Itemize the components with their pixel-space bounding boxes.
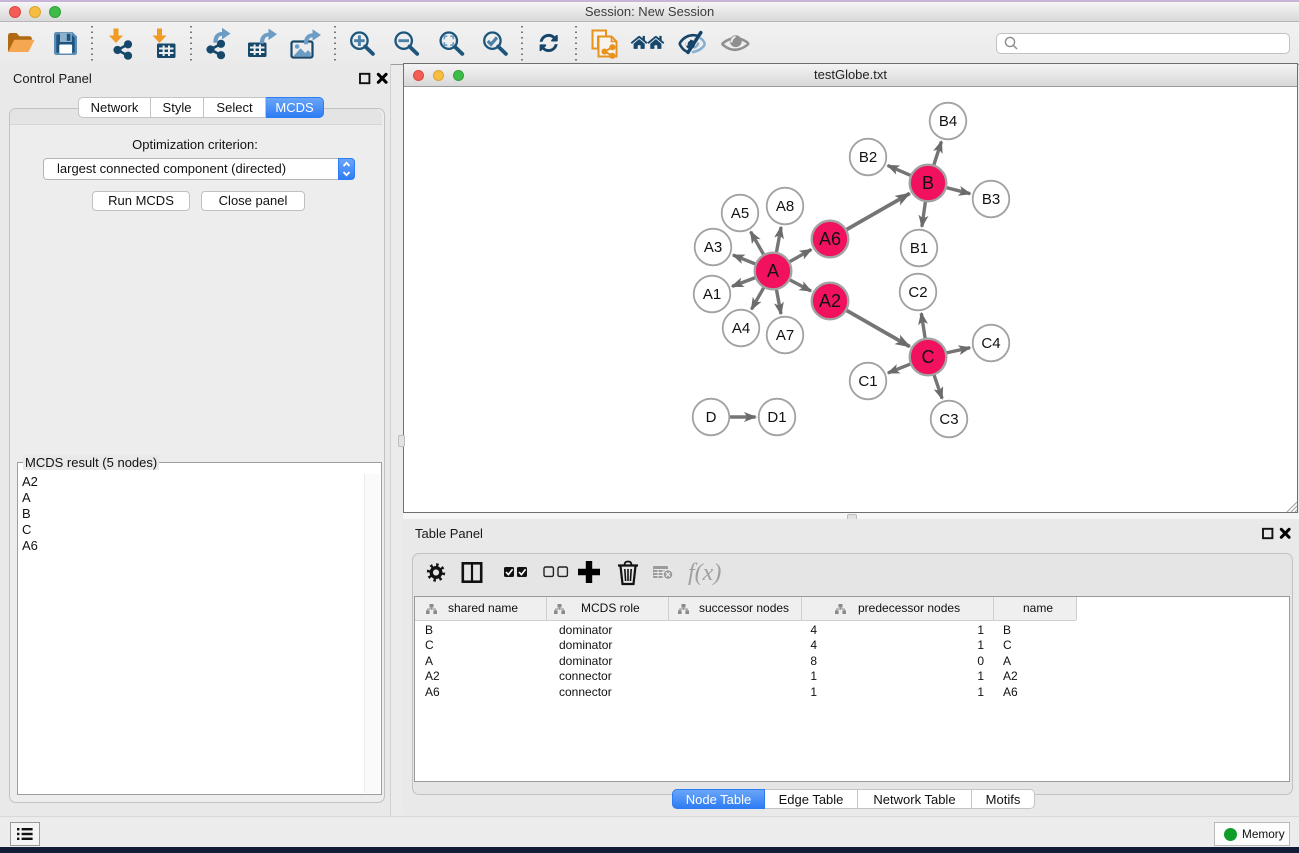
svg-text:A8: A8 xyxy=(776,198,794,215)
svg-text:B4: B4 xyxy=(939,113,957,130)
svg-text:C: C xyxy=(922,347,935,367)
svg-text:A3: A3 xyxy=(704,239,722,256)
svg-text:C2: C2 xyxy=(908,284,927,301)
svg-text:D1: D1 xyxy=(767,409,786,426)
svg-text:C3: C3 xyxy=(939,411,958,428)
svg-text:B2: B2 xyxy=(859,149,877,166)
svg-text:C4: C4 xyxy=(981,335,1000,352)
svg-text:C1: C1 xyxy=(858,373,877,390)
svg-text:B: B xyxy=(922,173,934,193)
svg-text:A6: A6 xyxy=(819,229,841,249)
svg-text:A7: A7 xyxy=(776,327,794,344)
svg-text:A4: A4 xyxy=(732,320,750,337)
svg-text:A2: A2 xyxy=(819,291,841,311)
svg-text:B3: B3 xyxy=(982,191,1000,208)
svg-text:A: A xyxy=(767,261,779,281)
svg-text:f(x): f(x) xyxy=(688,560,721,586)
svg-text:A1: A1 xyxy=(703,286,721,303)
svg-text:B1: B1 xyxy=(910,240,928,257)
svg-text:A5: A5 xyxy=(731,205,749,222)
svg-text:D: D xyxy=(706,409,717,426)
